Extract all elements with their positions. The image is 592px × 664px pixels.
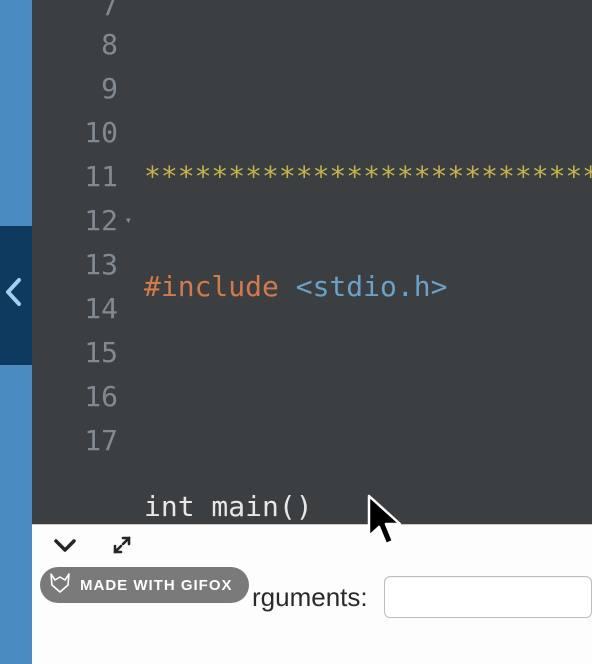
line-number[interactable]: 10 <box>32 110 134 154</box>
code-editor[interactable]: 7 8 9 10 11 12▾ 13 14 15 16 17 *********… <box>32 0 592 524</box>
gifox-badge-text: MADE WITH GIFOX <box>80 577 233 594</box>
line-number[interactable]: 11 <box>32 154 134 198</box>
left-sidebar[interactable] <box>0 0 32 664</box>
code-line[interactable]: #include <stdio.h> <box>144 264 592 308</box>
line-number[interactable]: 13 <box>32 242 134 286</box>
code-line[interactable]: **************************** <box>144 154 592 198</box>
code-line[interactable] <box>144 374 592 418</box>
header-token: <stdio.h> <box>296 270 448 303</box>
code-content[interactable]: **************************** #include <s… <box>134 0 592 524</box>
keyword-token: int <box>144 490 195 523</box>
gifox-badge[interactable]: MADE WITH GIFOX <box>40 567 249 603</box>
fold-toggle-icon[interactable]: ▾ <box>125 213 132 227</box>
panel-toolbar <box>32 525 592 569</box>
line-number-gutter[interactable]: 7 8 9 10 11 12▾ 13 14 15 16 17 <box>32 0 134 524</box>
line-number[interactable]: 7 <box>32 0 134 22</box>
expand-icon[interactable] <box>112 535 132 559</box>
code-line[interactable]: int main() <box>144 484 592 524</box>
main-area: 7 8 9 10 11 12▾ 13 14 15 16 17 *********… <box>32 0 592 664</box>
chevron-left-icon[interactable] <box>4 278 24 311</box>
bottom-panel: rguments: MADE WITH GIFOX <box>32 524 592 664</box>
args-input[interactable] <box>384 576 592 618</box>
line-number[interactable]: 15 <box>32 330 134 374</box>
line-number[interactable]: 12▾ <box>32 198 134 242</box>
fox-icon <box>48 571 72 599</box>
chevron-down-icon[interactable] <box>54 538 76 557</box>
app-root: 7 8 9 10 11 12▾ 13 14 15 16 17 *********… <box>0 0 592 664</box>
line-number[interactable]: 14 <box>32 286 134 330</box>
line-number[interactable]: 16 <box>32 374 134 418</box>
line-number[interactable]: 8 <box>32 22 134 66</box>
comment-text: **************************** <box>144 160 592 193</box>
line-number[interactable]: 17 <box>32 418 134 462</box>
line-number[interactable]: 9 <box>32 66 134 110</box>
code-line[interactable] <box>144 66 592 88</box>
args-label: rguments: <box>252 582 368 613</box>
preprocessor-token: #include <box>144 270 279 303</box>
